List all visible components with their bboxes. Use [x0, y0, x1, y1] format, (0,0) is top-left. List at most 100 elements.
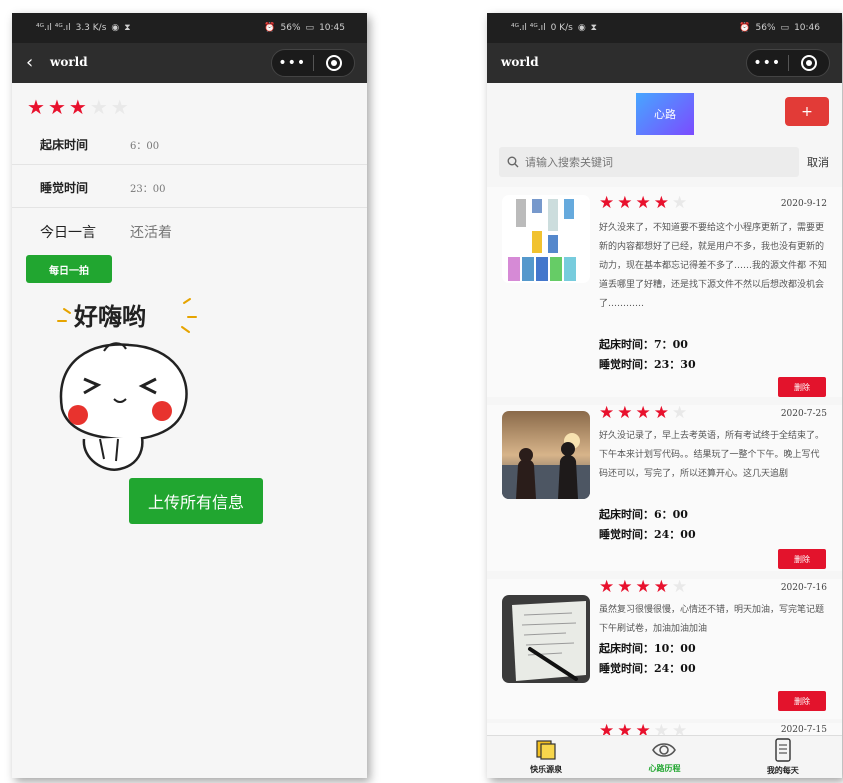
daily-quote-row[interactable]: 今日一言 还活着 [12, 213, 367, 251]
upload-all-button[interactable]: 上传所有信息 [129, 478, 263, 524]
star-icon[interactable]: ★ [90, 97, 108, 117]
sleep-time-text: 睡觉时间：24：00 [599, 662, 696, 675]
entry-rating-stars: ★ ★ ★ ★ ★ [599, 579, 687, 596]
more-menu-button[interactable]: ••• [272, 55, 313, 71]
hourglass-icon: ⧗ [590, 23, 597, 33]
entry-text: 虽然复习很慢很慢，心情还不错，明天加油，写完笔记题下午刷试卷，加油加油加油 [599, 605, 825, 634]
star-icon: ★ [635, 577, 651, 597]
entry-date: 2020-7-15 [780, 725, 827, 735]
star-icon[interactable]: ★ [111, 97, 129, 117]
signal-indicator: ⁴ᴳ.ıl ⁴ᴳ.ıl [36, 23, 71, 33]
diary-entry[interactable]: ★ ★ ★ ★ ★ 2020-7-15 [487, 723, 842, 735]
star-icon: ★ [672, 721, 688, 736]
star-icon: ★ [672, 403, 688, 423]
more-menu-button[interactable]: ••• [747, 55, 788, 71]
clock-time: 10:46 [794, 23, 820, 33]
star-icon[interactable]: ★ [27, 97, 45, 117]
search-bar[interactable] [499, 147, 799, 177]
battery-percent: 56% [280, 23, 301, 33]
tab-happy-source[interactable]: 快乐源泉 [487, 736, 605, 778]
sleep-time-text: 睡觉时间：24：00 [599, 528, 696, 541]
star-icon[interactable]: ★ [69, 97, 87, 117]
search-icon [507, 156, 519, 168]
star-icon: ★ [635, 193, 651, 213]
wifi-icon: ◉ [577, 23, 586, 33]
star-icon: ★ [599, 577, 615, 597]
search-input[interactable] [525, 155, 775, 169]
entry-text: 好久没来了，不知道要不要给这个小程序更新了，需要更新的内容都想好了已经，就是用户… [599, 223, 827, 309]
daily-quote-value[interactable]: 还活着 [130, 222, 172, 242]
chevron-left-icon[interactable]: ‹ [26, 52, 33, 73]
close-circle-icon [325, 55, 342, 71]
wake-time-text: 起床时间：10：00 [599, 642, 696, 655]
wifi-icon: ◉ [111, 23, 120, 33]
battery-icon: ▭ [780, 23, 790, 33]
wake-time-value[interactable]: 6：00 [130, 137, 159, 152]
wake-time-label: 起床时间 [40, 138, 89, 152]
couple-sunset-photo[interactable] [502, 411, 590, 499]
daily-photo-button[interactable]: 每日一拍 [26, 255, 112, 283]
entry-rating-stars: ★ ★ ★ ★ ★ [599, 721, 688, 736]
close-mini-program-button[interactable] [788, 55, 829, 71]
star-icon: ★ [599, 403, 615, 423]
entry-times: 起床时间：10：00 睡觉时间：24：00 [599, 639, 696, 679]
nav-title: world [501, 55, 539, 69]
entry-times: 起床时间：7：00 睡觉时间：23：30 [599, 335, 696, 375]
tab-label: 心路历程 [648, 763, 681, 773]
sleep-time-label: 睡觉时间 [40, 181, 89, 195]
diary-entry[interactable]: ★ ★ ★ ★ ★ 2020-7-16 虽然复习很慢很慢，心情还不错，明天加油，… [487, 579, 842, 719]
star-icon: ★ [653, 721, 669, 736]
sticker-graphic: 好嗨哟 [57, 298, 197, 471]
sleep-time-row[interactable]: 睡觉时间 23：00 [12, 168, 367, 208]
alarm-icon: ⏰ [739, 23, 751, 33]
wake-time-text: 起床时间：6：00 [599, 508, 688, 521]
mini-program-capsule: ••• [746, 49, 830, 77]
app-screenshot-thumbnail[interactable] [502, 195, 590, 283]
star-icon: ★ [599, 193, 615, 213]
status-bar: ⁴ᴳ.ıl ⁴ᴳ.ıl 0 K/s ◉ ⧗ ⏰ 56% ▭ 10:46 [487, 13, 842, 43]
daily-quote-label: 今日一言 [40, 225, 96, 241]
sleep-time-value[interactable]: 23：00 [130, 180, 165, 195]
star-icon: ★ [653, 193, 669, 213]
heart-road-logo: 心路 [636, 93, 694, 135]
star-icon: ★ [672, 577, 688, 597]
entry-date: 2020-9-12 [780, 199, 827, 209]
status-bar: ⁴ᴳ.ıl ⁴ᴳ.ıl 3.3 K/s ◉ ⧗ ⏰ 56% ▭ 10:45 [12, 13, 367, 43]
entry-rating-stars: ★ ★ ★ ★ ★ [599, 195, 687, 212]
sticker-caption: 好嗨哟 [73, 302, 146, 331]
wake-time-text: 起床时间：7：00 [599, 338, 688, 351]
diary-entry-list[interactable]: ★ ★ ★ ★ ★ 2020-9-12 好久没来了，不知道要不要给这个小程序更新… [487, 187, 842, 735]
tab-my-days[interactable]: 我的每天 [724, 736, 842, 778]
entry-times: 起床时间：6：00 睡觉时间：24：00 [599, 505, 696, 545]
nav-title: world [50, 55, 88, 69]
delete-button[interactable]: 删除 [778, 377, 826, 397]
close-mini-program-button[interactable] [313, 55, 354, 71]
signal-indicator: ⁴ᴳ.ıl ⁴ᴳ.ıl [511, 23, 546, 33]
network-speed: 3.3 K/s [75, 23, 107, 33]
diary-entry[interactable]: ★ ★ ★ ★ ★ 2020-9-12 好久没来了，不知道要不要给这个小程序更新… [487, 187, 842, 397]
rating-stars[interactable]: ★ ★ ★ ★ ★ [27, 97, 129, 117]
star-icon: ★ [617, 721, 633, 736]
star-icon[interactable]: ★ [48, 97, 66, 117]
delete-button[interactable]: 删除 [778, 691, 826, 711]
diary-entry[interactable]: ★ ★ ★ ★ ★ 2020-7-25 好久没记录了，早上去考英语，所有考试终于… [487, 405, 842, 571]
phone-screen-left: ⁴ᴳ.ıl ⁴ᴳ.ıl 3.3 K/s ◉ ⧗ ⏰ 56% ▭ 10:45 ‹ … [12, 13, 367, 778]
entry-text: 好久没记录了，早上去考英语，所有考试终于全结束了。下午本来计划写代码。。结果玩了… [599, 431, 825, 479]
entry-date: 2020-7-16 [780, 583, 827, 593]
add-entry-button[interactable]: + [785, 97, 829, 126]
tab-heart-journey[interactable]: 心路历程 [605, 736, 723, 778]
tab-label: 我的每天 [766, 765, 799, 775]
search-cancel-button[interactable]: 取消 [807, 154, 829, 170]
notebook-pen-photo[interactable] [502, 595, 590, 683]
battery-percent: 56% [755, 23, 776, 33]
alarm-icon: ⏰ [264, 23, 276, 33]
wake-time-row[interactable]: 起床时间 6：00 [12, 125, 367, 165]
tab-label: 快乐源泉 [530, 764, 563, 774]
star-icon: ★ [635, 403, 651, 423]
star-icon: ★ [653, 577, 669, 597]
star-icon: ★ [653, 403, 669, 423]
close-circle-icon [800, 55, 817, 71]
phone-screen-right: ⁴ᴳ.ıl ⁴ᴳ.ıl 0 K/s ◉ ⧗ ⏰ 56% ▭ 10:46 worl… [487, 13, 842, 778]
hourglass-icon: ⧗ [124, 23, 131, 33]
delete-button[interactable]: 删除 [778, 549, 826, 569]
